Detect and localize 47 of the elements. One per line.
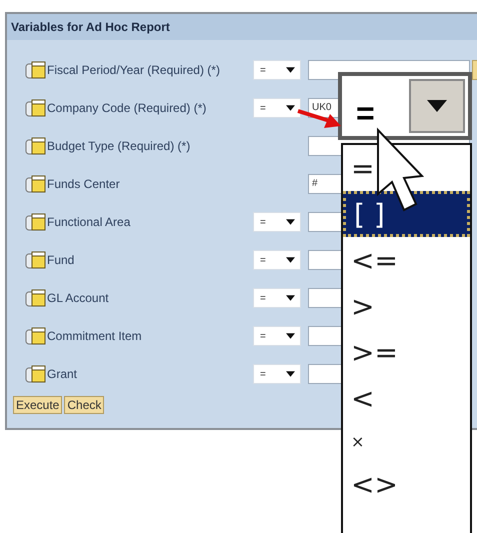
option-item[interactable]: × xyxy=(343,421,470,461)
field-label: Fiscal Period/Year (Required) (*) xyxy=(47,63,220,77)
operator-dropdown[interactable]: = xyxy=(253,98,301,118)
operator-dropdown[interactable]: = xyxy=(253,364,301,384)
field-icon xyxy=(25,212,47,232)
option-item[interactable]: >= xyxy=(343,329,470,375)
operator-dropdown[interactable]: = xyxy=(253,288,301,308)
field-icon xyxy=(25,326,47,346)
field-icon xyxy=(25,364,47,384)
field-icon xyxy=(25,174,47,194)
option-item[interactable]: <> xyxy=(343,461,470,507)
caret-icon xyxy=(286,219,295,225)
field-label: Grant xyxy=(47,367,78,381)
field-icon xyxy=(25,136,47,156)
caret-icon xyxy=(286,257,295,263)
option-item[interactable]: [ ] xyxy=(343,191,470,237)
field-label: Functional Area xyxy=(47,215,130,229)
field-label: Fund xyxy=(47,253,74,267)
pointer-arrow xyxy=(297,109,341,128)
caret-icon xyxy=(286,295,295,301)
operator-dropdown[interactable]: = xyxy=(253,60,301,80)
caret-icon xyxy=(286,333,295,339)
panel-title: Variables for Ad Hoc Report xyxy=(7,14,477,40)
field-label: Funds Center xyxy=(47,177,120,191)
dropdown-button[interactable] xyxy=(409,79,465,133)
caret-icon xyxy=(286,67,295,73)
field-label: Budget Type (Required) (*) xyxy=(47,139,190,153)
operator-dropdown[interactable]: = xyxy=(253,212,301,232)
magnified-dropdown[interactable]: = xyxy=(338,72,472,140)
operator-dropdown[interactable]: = xyxy=(253,250,301,270)
caret-icon xyxy=(286,105,295,111)
caret-icon xyxy=(427,100,447,112)
action-button[interactable]: Execute xyxy=(13,396,62,414)
field-icon xyxy=(25,98,47,118)
field-icon xyxy=(25,60,47,80)
field-label: GL Account xyxy=(47,291,109,305)
option-item[interactable]: <= xyxy=(343,237,470,283)
field-label: Company Code (Required) (*) xyxy=(47,101,206,115)
field-icon xyxy=(25,250,47,270)
option-item[interactable]: > xyxy=(343,283,470,329)
caret-icon xyxy=(286,371,295,377)
option-item[interactable]: = xyxy=(343,145,470,191)
action-button[interactable]: Check xyxy=(64,396,104,414)
field-icon xyxy=(25,288,47,308)
option-item[interactable]: < xyxy=(343,375,470,421)
operator-dropdown[interactable]: = xyxy=(253,326,301,346)
field-label: Commitment Item xyxy=(47,329,142,343)
